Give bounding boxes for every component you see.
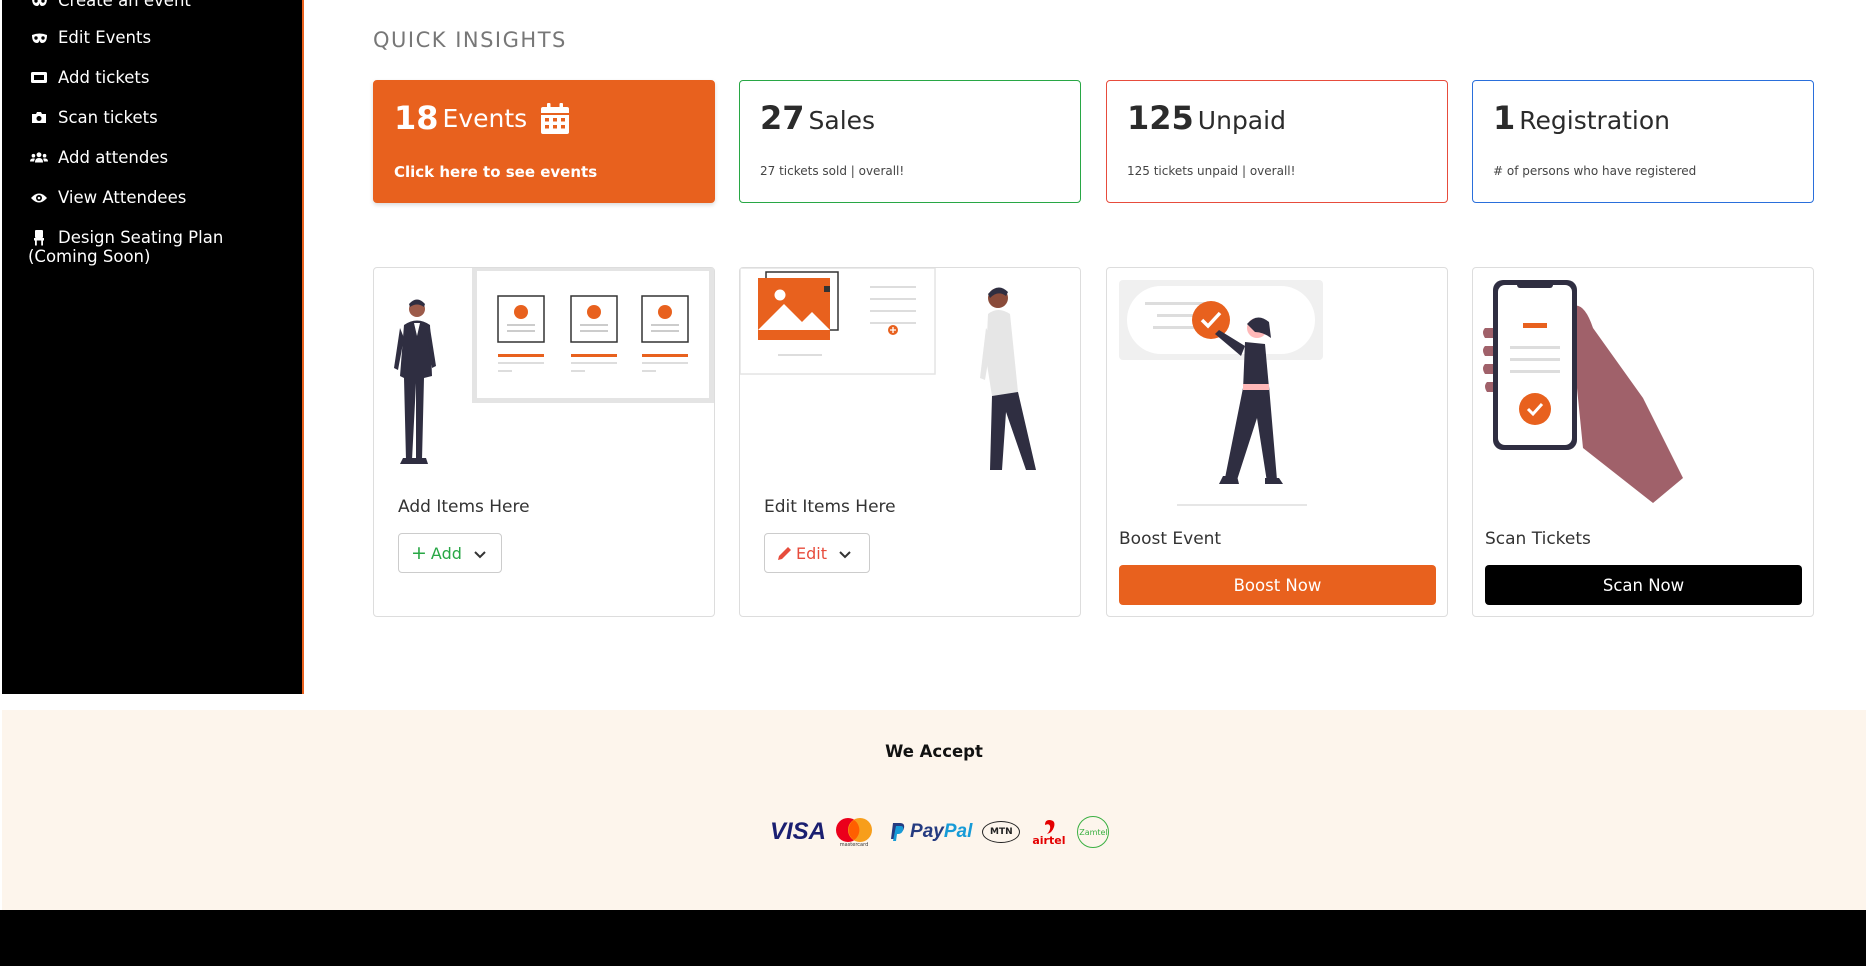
sidebar-item-label-sub: (Coming Soon) (28, 247, 151, 266)
stat-card-registration: 1 Registration # of persons who have regi… (1472, 80, 1814, 203)
sidebar-item-label: Design Seating Plan (58, 228, 224, 247)
we-accept-heading: We Accept (885, 742, 983, 761)
sidebar-item-scan-tickets[interactable]: Scan tickets (30, 108, 158, 127)
sidebar-item-view-attendees[interactable]: View Attendees (30, 188, 186, 207)
stat-label: Registration (1519, 106, 1671, 135)
edit-items-illustration (740, 268, 1036, 470)
sidebar-item-label: Create an event (58, 0, 191, 10)
stat-card-sales: 27 Sales 27 tickets sold | overall! (739, 80, 1081, 203)
visa-logo: VISA (770, 818, 827, 845)
zamtel-logo: Zamtel (1077, 816, 1110, 848)
footer: We Accept (2, 710, 1866, 910)
card-title: Scan Tickets (1485, 529, 1591, 549)
chevron-down-icon (474, 544, 486, 563)
edit-button-label: Edit (796, 543, 827, 563)
card-boost-event: Boost Event Boost Now (1106, 267, 1448, 617)
sidebar-item-create-event[interactable]: Create an event (30, 0, 191, 10)
plus-icon: + (411, 541, 427, 564)
stat-label: Events (442, 103, 528, 133)
stat-label: Sales (808, 106, 876, 135)
stat-number: 18 (394, 99, 439, 137)
edit-dropdown-button[interactable]: Edit (764, 533, 870, 573)
stat-number: 1 (1493, 99, 1516, 137)
sidebar-item-label: Add tickets (58, 68, 150, 87)
stat-label: Unpaid (1197, 106, 1286, 135)
boost-event-illustration (1119, 280, 1323, 506)
chevron-down-icon (839, 544, 851, 563)
boost-now-button[interactable]: Boost Now (1119, 565, 1436, 605)
users-icon (30, 151, 48, 164)
card-add-items: Add Items Here + Add (373, 267, 715, 617)
pencil-icon (777, 546, 792, 561)
sidebar-item-label: Add attendes (58, 148, 169, 167)
mask-icon (30, 0, 48, 7)
mask-icon (30, 32, 48, 44)
ticket-icon (30, 71, 48, 84)
payment-logos: VISA mastercard Pay Pal MTN airtel Zamtel (770, 814, 1110, 850)
stat-number: 27 (760, 99, 805, 137)
card-title: Add Items Here (398, 497, 530, 517)
scan-now-button[interactable]: Scan Now (1485, 565, 1802, 605)
scan-tickets-illustration (1483, 280, 1683, 503)
stat-subtext: 27 tickets sold | overall! (760, 164, 905, 178)
card-title: Boost Event (1119, 529, 1222, 549)
paypal-logo: Pay Pal (890, 821, 972, 843)
sidebar-item-label: View Attendees (58, 188, 187, 207)
card-edit-items: Edit Items Here Edit (739, 267, 1081, 617)
sidebar-item-design-seating-plan[interactable]: Design Seating Plan (Coming Soon) (28, 228, 223, 266)
eye-icon (30, 192, 48, 204)
chair-icon (30, 229, 48, 246)
sidebar-item-add-attendes[interactable]: Add attendes (30, 148, 168, 167)
page-title: QUICK INSIGHTS (373, 28, 567, 52)
card-title: Edit Items Here (764, 497, 896, 517)
card-scan-tickets: Scan Tickets Scan Now (1472, 267, 1814, 617)
stat-link[interactable]: Click here to see events (394, 163, 597, 181)
sidebar-item-edit-events[interactable]: Edit Events (30, 28, 151, 47)
stat-card-events[interactable]: 18 Events Click here to see events (373, 80, 715, 203)
sidebar-item-add-tickets[interactable]: Add tickets (30, 68, 150, 87)
stat-subtext: 125 tickets unpaid | overall! (1127, 164, 1296, 178)
add-items-illustration (394, 268, 714, 464)
add-dropdown-button[interactable]: + Add (398, 533, 502, 573)
sidebar: Create an event Edit Events Add tickets … (2, 0, 304, 694)
mtn-logo: MTN (982, 821, 1021, 843)
sidebar-item-label: Scan tickets (58, 108, 158, 127)
bottom-bar (0, 910, 1866, 966)
sidebar-item-label: Edit Events (58, 28, 152, 47)
calendar-icon (541, 102, 570, 134)
airtel-logo: airtel (1032, 819, 1065, 846)
stat-card-unpaid: 125 Unpaid 125 tickets unpaid | overall! (1106, 80, 1448, 203)
stat-subtext: # of persons who have registered (1493, 164, 1697, 178)
add-button-label: Add (430, 543, 462, 563)
stat-number: 125 (1127, 99, 1194, 137)
camera-icon (30, 111, 48, 124)
mastercard-logo: mastercard (834, 817, 874, 848)
